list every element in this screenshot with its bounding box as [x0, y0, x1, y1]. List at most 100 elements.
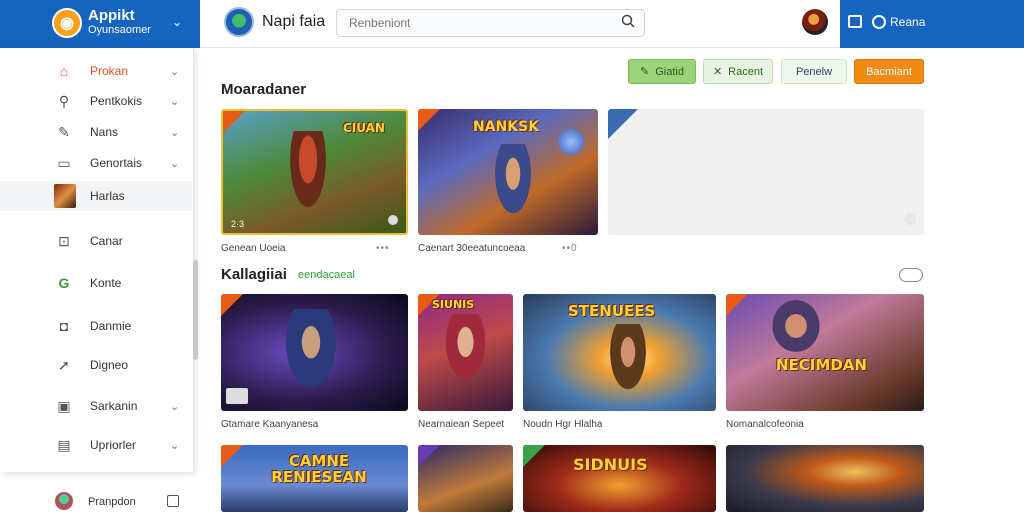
sidebar-item-label: Nans [90, 125, 119, 139]
app-logo-icon [224, 7, 254, 37]
chevron-down-icon: ⌄ [170, 439, 180, 452]
sidebar-scrollbar[interactable] [193, 260, 198, 360]
game-card-6[interactable] [418, 445, 513, 512]
edit-icon: ✎ [58, 123, 70, 140]
sidebar-item-prokan[interactable]: ⌂ Prokan ⌄ [0, 56, 192, 86]
sidebar-item-label: Pentkokis [90, 94, 143, 108]
user-icon[interactable] [872, 15, 886, 29]
top-right-label[interactable]: Reana [890, 15, 925, 29]
sidebar-item-label: Canar [90, 234, 123, 248]
chevron-down-icon[interactable]: ⌄ [172, 15, 182, 29]
sidebar-item-sarkanin[interactable]: ▣ Sarkanin ⌄ [0, 391, 192, 421]
sidebar-item-konte[interactable]: G Konte [0, 268, 192, 298]
corner-badge [608, 109, 638, 139]
corner-badge [523, 445, 545, 467]
character-figure [438, 314, 493, 394]
sidebar-item-nans[interactable]: ✎ Nans ⌄ [0, 117, 192, 147]
giatid-button[interactable]: ✎ Giatid [628, 59, 696, 84]
footer-label: Pranpdon [88, 496, 136, 508]
featured-card-1[interactable]: CIUAN 2·3 [221, 109, 408, 235]
sidebar-item-upriorler[interactable]: ▤ Upriorler ⌄ [0, 430, 192, 460]
button-label: Racent [728, 65, 764, 78]
game-card-4[interactable]: NECIMDAN [726, 294, 924, 411]
button-label: Giatid [655, 65, 684, 78]
top-bar: Napi faia [200, 0, 840, 48]
corner-badge [418, 109, 440, 131]
chevron-down-icon: ⌄ [170, 65, 180, 78]
category-title: Kallagiiai [221, 266, 287, 283]
button-label: Bacmiant [866, 65, 912, 78]
sidebar-item-label: Digneo [90, 358, 129, 372]
brand-subtitle: Oyunsaomer [88, 24, 151, 36]
sidebar-item-danmie[interactable]: ◘ Danmie [0, 311, 192, 341]
sidebar-item-label: Danmie [90, 319, 132, 333]
magic-orb [558, 129, 584, 155]
card-caption: Noudn Hgr Hlalha [523, 419, 603, 430]
game-card-8[interactable] [726, 445, 924, 512]
search-input[interactable] [336, 9, 645, 37]
more-icon[interactable]: ••• [376, 243, 390, 254]
card-caption: Nomanalcofeonia [726, 419, 804, 430]
sidebar-item-genortais[interactable]: ▭ Genortais ⌄ [0, 148, 192, 178]
image-icon: ▣ [57, 397, 71, 414]
chat-icon: ◘ [59, 318, 69, 334]
brand-logo-icon: ◉ [52, 8, 82, 38]
sidebar-item-label: Genortais [90, 156, 143, 170]
brand-header[interactable]: ◉ Appikt Oyunsaomer ⌄ [0, 0, 200, 48]
card-image [726, 445, 924, 512]
card-art-title: SIDNUIS [573, 455, 648, 474]
game-card-2[interactable]: SIUNIS [418, 294, 513, 411]
chevron-down-icon: ⌄ [170, 157, 180, 170]
button-icon: ✕ [712, 66, 723, 78]
message-icon[interactable] [848, 15, 862, 28]
character-figure [603, 324, 653, 404]
card-art-title: NANKSK [473, 119, 540, 135]
sidebar-item-label: Konte [90, 276, 122, 290]
chevron-down-icon: ⌄ [170, 126, 180, 139]
game-card-5[interactable]: CAMNE RENIESEAN [221, 445, 408, 512]
card-badge: 2·3 [231, 219, 245, 229]
brand-title: Appikt [88, 7, 135, 24]
game-card-3[interactable]: STENUEES [523, 294, 716, 411]
toggle-icon[interactable] [899, 268, 923, 282]
featured-card-3[interactable] [608, 109, 924, 235]
penelw-button[interactable]: Penelw [781, 59, 847, 84]
card-caption: Gtamare Kaanyanesa [221, 419, 319, 430]
character-figure [766, 299, 826, 359]
card-caption: Nearnaiean Sepeet [418, 419, 505, 430]
character-figure [283, 131, 333, 226]
brand-text: Appikt Oyunsaomer [88, 8, 151, 38]
sidebar-item-label: Harlas [90, 189, 125, 203]
bacmiant-button[interactable]: Bacmiant [854, 59, 924, 84]
play-icon[interactable] [904, 213, 916, 225]
search-icon[interactable] [621, 14, 635, 28]
featured-card-2[interactable]: NANKSK [418, 109, 598, 235]
app-title: Napi faia [262, 13, 326, 30]
play-icon[interactable] [388, 215, 398, 225]
card-art-title: STENUEES [568, 302, 656, 320]
racent-button[interactable]: ✕ Racent [703, 59, 773, 84]
card-art-title: CAMNE RENIESEAN [271, 452, 367, 486]
sidebar-footer[interactable]: Pranpdon [0, 482, 194, 512]
card-art-title: CIUAN [343, 121, 385, 135]
avatar[interactable] [802, 9, 828, 35]
sidebar: ⌂ Prokan ⌄ ⚲ Pentkokis ⌄ ✎ Nans ⌄ ▭ Geno… [0, 48, 194, 472]
sidebar-item-canar[interactable]: ⊡ Canar [0, 226, 192, 256]
sidebar-item-harlas[interactable]: Harlas [0, 181, 192, 211]
category-tag[interactable]: eendacaeal [298, 269, 355, 281]
sidebar-item-pentkokis[interactable]: ⚲ Pentkokis ⌄ [0, 86, 192, 116]
sidebar-item-label: Sarkanin [90, 399, 138, 413]
more-icon[interactable]: ••0 [562, 243, 578, 254]
game-card-7[interactable]: SIDNUIS [523, 445, 716, 512]
screen-icon: ▭ [57, 154, 71, 171]
sidebar-item-digneo[interactable]: ➚ Digneo [0, 350, 192, 380]
corner-badge [221, 445, 243, 467]
expand-icon[interactable] [167, 495, 179, 507]
gamepad-icon: ⊡ [58, 232, 70, 249]
game-card-1[interactable] [221, 294, 408, 411]
card-art-title: SIUNIS [432, 298, 475, 311]
corner-badge [726, 294, 748, 316]
corner-badge [221, 294, 243, 316]
home-icon: ⌂ [59, 63, 69, 79]
google-icon: G [58, 275, 70, 291]
